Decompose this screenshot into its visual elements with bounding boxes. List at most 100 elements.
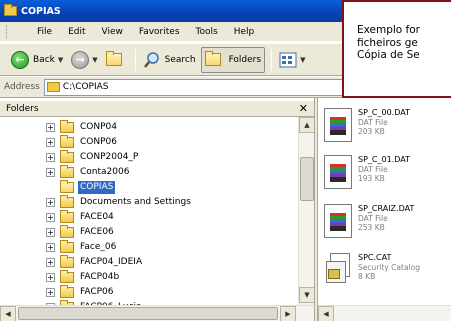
menu-grip [6,24,23,39]
file-name: SP_C_00.DAT [358,108,410,117]
back-arrow-icon: ← [11,50,29,69]
forward-dropdown-icon[interactable]: ▼ [92,56,97,64]
close-pane-icon[interactable]: ✕ [299,102,308,115]
address-label: Address [4,82,40,92]
scroll-down-icon[interactable]: ▼ [299,287,315,303]
tree-item-label: FACE06 [80,227,114,237]
views-grid-icon [279,52,297,67]
tree-item-label: CONP04 [80,122,117,132]
folder-icon [60,120,74,133]
file-name: SP_CRAIZ.DAT [358,204,415,213]
tree-vertical-scrollbar[interactable]: ▲ ▼ [298,117,315,315]
views-dropdown-icon[interactable]: ▼ [300,56,305,64]
file-size: 193 KB [358,174,385,183]
back-button[interactable]: ← Back ▼ [8,47,66,73]
folders-label: Folders [228,54,262,65]
toolbar-separator [271,48,273,71]
folder-icon [4,4,17,16]
up-folder-icon [105,51,122,66]
tree-item[interactable]: + Documents and Settings [46,195,193,210]
tree-item-label: COPIAS [78,181,116,194]
expand-icon[interactable]: + [46,213,55,222]
menu-view[interactable]: View [94,27,131,37]
expand-icon[interactable]: + [46,168,55,177]
scroll-left-icon[interactable]: ◀ [318,306,334,321]
up-folder-button[interactable] [103,47,129,73]
scroll-left-icon[interactable]: ◀ [0,306,16,321]
callout-line: ficheiros ge [357,36,418,49]
folder-icon [60,195,74,208]
expand-icon[interactable]: + [46,198,55,207]
scroll-thumb[interactable] [300,157,314,201]
scroll-thumb[interactable] [18,307,278,320]
window-title: COPIAS [21,5,61,17]
folder-icon [60,240,74,253]
tree-item[interactable]: + Face_06 [46,240,118,255]
expand-icon[interactable]: + [46,243,55,252]
file-list: SP_C_00.DAT DAT File 203 KB SP_C_01.DAT … [318,98,451,321]
forward-button[interactable]: → ▼ [68,47,100,73]
scroll-right-icon[interactable]: ▶ [280,306,296,321]
tree-item-label: Documents and Settings [80,197,191,207]
tree-item-label: FACP06 [80,287,114,297]
menu-tools[interactable]: Tools [188,27,226,37]
expand-icon[interactable]: + [46,288,55,297]
expand-icon[interactable]: + [46,153,55,162]
tree-item[interactable]: + FACP04b [46,270,121,285]
search-button[interactable]: Search [140,47,199,73]
folder-icon [60,225,74,238]
tree-item[interactable]: + CONP04 [46,120,119,135]
folders-icon [204,51,221,66]
folder-icon [60,135,74,148]
dat-file-icon [324,108,352,142]
back-dropdown-icon[interactable]: ▼ [58,56,63,64]
dat-file-icon [324,155,352,189]
back-label: Back [33,54,55,65]
menu-favorites[interactable]: Favorites [131,27,188,37]
expand-icon[interactable]: + [46,228,55,237]
file-list-horizontal-scrollbar[interactable]: ◀ [318,305,451,321]
file-item[interactable]: SP_C_01.DAT DAT File 193 KB [324,155,410,189]
expand-icon[interactable]: + [46,138,55,147]
folder-icon [60,210,74,223]
expand-icon[interactable]: + [46,273,55,282]
tree-item[interactable]: + Conta2006 [46,165,131,180]
expand-icon[interactable]: + [46,123,55,132]
folder-icon [46,82,60,92]
scroll-up-icon[interactable]: ▲ [299,117,315,133]
file-item[interactable]: SP_C_00.DAT DAT File 203 KB [324,108,410,142]
tree-horizontal-scrollbar[interactable]: ◀ ▶ [0,305,314,321]
menu-help[interactable]: Help [226,27,263,37]
views-button[interactable]: ▼ [276,47,308,73]
file-size: 253 KB [358,223,385,232]
file-type: DAT File [358,214,388,223]
folder-icon [60,150,74,163]
tree-item[interactable]: + FACE06 [46,225,116,240]
folders-button[interactable]: Folders [200,46,266,73]
tree-item[interactable]: + CONP06 [46,135,119,150]
tree-item[interactable]: + FACP04_IDEIA [46,255,144,270]
tree-item[interactable]: + FACP06 [46,285,116,300]
folder-icon [60,285,74,298]
file-name: SP_C_01.DAT [358,155,410,164]
tree-item-label: Face_06 [80,242,117,252]
tree-item-label: FACP04_IDEIA [80,257,143,267]
expand-icon[interactable]: + [46,258,55,267]
tree-item-label: FACP04b [80,272,120,282]
folder-icon [60,255,74,268]
file-type: Security Catalog [358,263,420,272]
tree-item-label: CONP06 [80,137,117,147]
file-item[interactable]: SP_CRAIZ.DAT DAT File 253 KB [324,204,414,238]
file-item[interactable]: SPC.CAT Security Catalog 8 KB [324,253,420,285]
menu-edit[interactable]: Edit [60,27,93,37]
search-icon [143,51,159,68]
security-catalog-icon [324,253,352,285]
address-value: C:\COPIAS [62,82,109,92]
dat-file-icon [324,204,352,238]
toolbar-separator [134,48,136,71]
tree-item[interactable]: + CONP2004_P [46,150,140,165]
callout-line: Cópia de Se [357,49,420,61]
tree-item-selected[interactable]: COPIAS [46,180,116,195]
menu-file[interactable]: File [29,27,60,37]
tree-item[interactable]: + FACE04 [46,210,116,225]
